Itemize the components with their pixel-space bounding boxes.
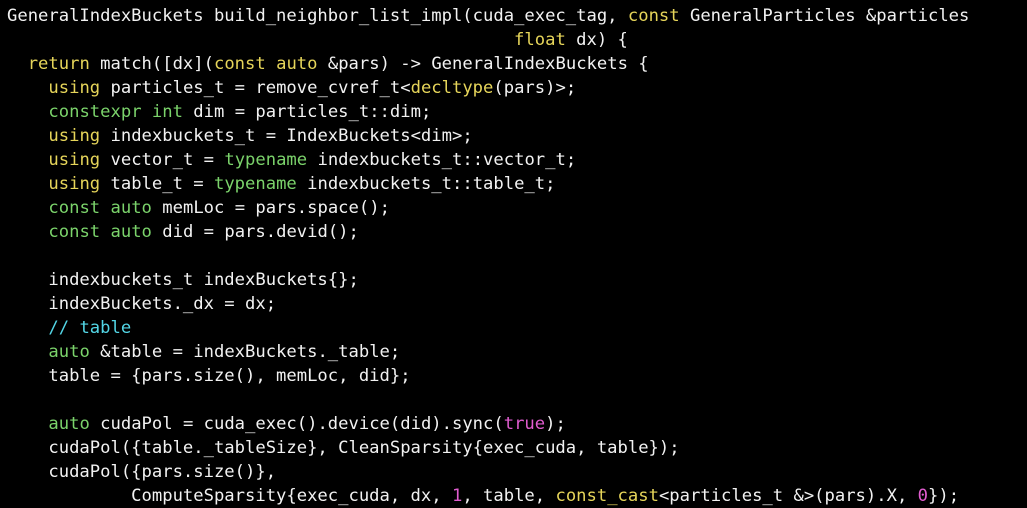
token-code-text: cudaPol({table._tableSize}, CleanSparsit… <box>7 438 680 458</box>
token-type-keyword: auto <box>48 342 90 362</box>
token-code-text: &table = indexBuckets._table; <box>89 342 401 362</box>
token-code-text <box>7 198 48 218</box>
code-line: const auto did = pars.devid(); <box>7 220 969 244</box>
code-line: // table <box>7 316 969 340</box>
token-type-keyword: auto <box>110 222 152 242</box>
code-line: cudaPol({table._tableSize}, CleanSparsit… <box>7 436 969 460</box>
token-type-keyword: int <box>151 102 183 122</box>
token-keyword: float <box>514 30 566 50</box>
token-code-text: indexbuckets_t::table_t; <box>296 174 556 194</box>
token-code-text: &pars) -> GeneralIndexBuckets { <box>317 54 649 74</box>
token-code-text <box>7 54 28 74</box>
token-code-text <box>100 198 110 218</box>
code-area[interactable]: GeneralIndexBuckets build_neighbor_list_… <box>7 4 969 508</box>
token-keyword: decltype <box>410 78 494 98</box>
token-comment: // table <box>48 318 132 338</box>
token-keyword: return <box>27 54 90 74</box>
token-code-text: <particles_t &>(pars).X, <box>658 486 918 506</box>
token-code-text: cudaPol = cuda_exec().device(did).sync( <box>89 414 504 434</box>
token-code-text: ); <box>545 414 566 434</box>
token-code-text <box>7 174 48 194</box>
token-keyword: using <box>48 78 101 98</box>
token-code-text: did = pars.devid(); <box>151 222 359 242</box>
token-code-text: indexbuckets_t indexBuckets{}; <box>7 270 359 290</box>
token-type-keyword: auto <box>48 414 90 434</box>
token-code-text: dx) { <box>565 30 628 50</box>
code-editor[interactable]: GeneralIndexBuckets build_neighbor_list_… <box>0 0 1027 508</box>
token-code-text: GeneralParticles &particles <box>679 6 970 26</box>
token-code-text: ComputeSparsity{exec_cuda, dx, <box>7 486 452 506</box>
code-line: using table_t = typename indexbuckets_t:… <box>7 172 969 196</box>
code-line: const auto memLoc = pars.space(); <box>7 196 969 220</box>
token-code-text: (pars)>; <box>493 78 577 98</box>
code-line: using particles_t = remove_cvref_t<declt… <box>7 76 969 100</box>
token-keyword: const_cast <box>555 486 659 506</box>
code-line: GeneralIndexBuckets build_neighbor_list_… <box>7 4 969 28</box>
token-code-text: }); <box>928 486 960 506</box>
code-line: using vector_t = typename indexbuckets_t… <box>7 148 969 172</box>
code-line: table = {pars.size(), memLoc, did}; <box>7 364 969 388</box>
token-code-text: indexBuckets._dx = dx; <box>7 294 277 314</box>
token-literal: 1 <box>451 486 463 506</box>
token-code-text <box>7 318 48 338</box>
token-code-text: match([dx]( <box>89 54 214 74</box>
code-line: ComputeSparsity{exec_cuda, dx, 1, table,… <box>7 484 969 508</box>
code-line: return match([dx](const auto &pars) -> G… <box>7 52 969 76</box>
token-code-text: dim = particles_t::dim; <box>182 102 432 122</box>
code-line: float dx) { <box>7 28 969 52</box>
code-line: indexBuckets._dx = dx; <box>7 292 969 316</box>
token-code-text <box>7 222 48 242</box>
token-code-text <box>7 78 48 98</box>
code-line: cudaPol({pars.size()}, <box>7 460 969 484</box>
token-code-text <box>7 30 514 50</box>
token-type-keyword: const <box>48 222 101 242</box>
token-type-keyword: typename <box>213 174 297 194</box>
token-code-text <box>7 342 48 362</box>
token-literal: true <box>503 414 546 434</box>
token-code-text <box>100 222 110 242</box>
token-keyword: const <box>213 54 266 74</box>
token-code-text <box>7 414 48 434</box>
token-keyword: using <box>48 126 101 146</box>
token-code-text <box>7 102 48 122</box>
code-line: using indexbuckets_t = IndexBuckets<dim>… <box>7 124 969 148</box>
token-keyword: using <box>48 174 101 194</box>
token-code-text: memLoc = pars.space(); <box>151 198 390 218</box>
token-code-text <box>266 54 276 74</box>
token-code-text: GeneralIndexBuckets build_neighbor_list_… <box>7 6 628 26</box>
token-keyword: const <box>627 6 680 26</box>
token-code-text: , table, <box>462 486 556 506</box>
token-keyword: auto <box>276 54 318 74</box>
token-code-text: particles_t = remove_cvref_t< <box>100 78 411 98</box>
token-code-text <box>142 102 152 122</box>
code-line: auto cudaPol = cuda_exec().device(did).s… <box>7 412 969 436</box>
token-type-keyword: typename <box>224 150 308 170</box>
token-code-text <box>7 150 48 170</box>
code-line: constexpr int dim = particles_t::dim; <box>7 100 969 124</box>
token-code-text: indexbuckets_t = IndexBuckets<dim>; <box>100 126 473 146</box>
token-code-text <box>7 126 48 146</box>
token-type-keyword: const <box>48 198 101 218</box>
token-code-text: table = {pars.size(), memLoc, did}; <box>7 366 411 386</box>
token-literal: 0 <box>917 486 929 506</box>
token-type-keyword: constexpr <box>48 102 142 122</box>
token-code-text: cudaPol({pars.size()}, <box>7 462 277 482</box>
code-line: auto &table = indexBuckets._table; <box>7 340 969 364</box>
token-keyword: using <box>48 150 101 170</box>
token-code-text: table_t = <box>100 174 214 194</box>
code-line: indexbuckets_t indexBuckets{}; <box>7 268 969 292</box>
token-type-keyword: auto <box>110 198 152 218</box>
token-code-text: indexbuckets_t::vector_t; <box>307 150 577 170</box>
token-code-text: vector_t = <box>100 150 225 170</box>
